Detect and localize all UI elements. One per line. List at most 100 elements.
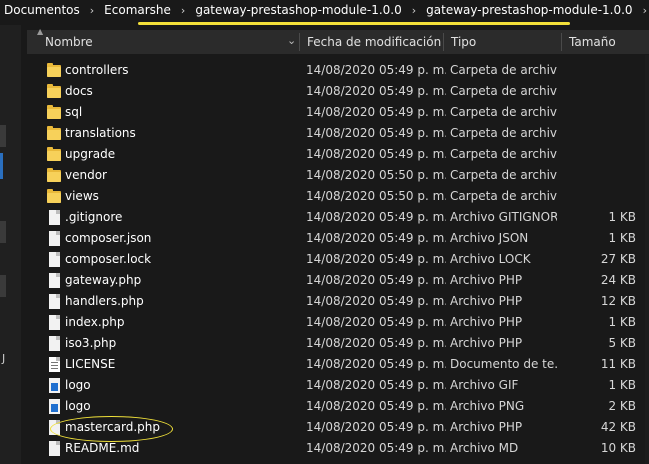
file-date: 14/08/2020 05:49 p. m. (306, 399, 446, 413)
file-row[interactable]: views 14/08/2020 05:50 p. m. Carpeta de ar… (27, 186, 649, 207)
file-row[interactable]: .gitignore 14/08/2020 05:49 p. m. Archivo … (27, 207, 649, 228)
file-name[interactable]: iso3.php (65, 333, 285, 354)
file-date: 14/08/2020 05:49 p. m. (306, 231, 446, 245)
file-date: 14/08/2020 05:49 p. m. (306, 378, 446, 392)
file-size: 2 KB (608, 399, 636, 413)
file-name[interactable]: gateway.php (65, 270, 285, 291)
column-size[interactable]: Tamaño (562, 30, 649, 54)
chevron-right-icon[interactable]: › (84, 4, 100, 17)
file-type: Archivo PHP (450, 273, 523, 287)
file-row[interactable]: translations 14/08/2020 05:49 p. m. Carpet… (27, 123, 649, 144)
file-type: Archivo PHP (450, 315, 523, 329)
file-name[interactable]: views (65, 186, 285, 207)
file-name[interactable]: index.php (65, 312, 285, 333)
breadcrumb-item-module-current[interactable]: gateway-prestashop-module-1.0.0 (422, 3, 636, 17)
file-date: 14/08/2020 05:49 p. m. (306, 357, 446, 371)
file-date: 14/08/2020 05:49 p. m. (306, 210, 446, 224)
file-type: Archivo PHP (450, 294, 523, 308)
file-name[interactable]: LICENSE (65, 354, 285, 375)
file-name[interactable]: composer.json (65, 228, 285, 249)
column-type-label: Tipo (451, 35, 477, 49)
file-date: 14/08/2020 05:49 p. m. (306, 273, 446, 287)
file-row[interactable]: composer.lock 14/08/2020 05:49 p. m. Archi… (27, 249, 649, 270)
file-name[interactable]: .gitignore (65, 207, 285, 228)
file-icon (49, 252, 60, 267)
file-name[interactable]: composer.lock (65, 249, 285, 270)
file-name[interactable]: upgrade (65, 144, 285, 165)
folder-icon (47, 105, 61, 120)
file-date: 14/08/2020 05:49 p. m. (306, 105, 446, 119)
chevron-right-icon[interactable]: › (175, 4, 191, 17)
folder-icon (47, 84, 61, 99)
file-row[interactable]: LICENSE 14/08/2020 05:49 p. m. Documento d… (27, 354, 649, 375)
file-type: Archivo GITIGNORE (450, 210, 557, 224)
file-size (567, 123, 636, 144)
file-type: Archivo PHP (450, 420, 523, 434)
nav-pane-label: J (2, 352, 6, 365)
file-size: 1 KB (608, 231, 636, 245)
file-row[interactable]: vendor 14/08/2020 05:50 p. m. Carpeta de a… (27, 165, 649, 186)
nav-pane-item[interactable] (0, 221, 6, 243)
breadcrumb-item-module-parent[interactable]: gateway-prestashop-module-1.0.0 (191, 3, 405, 17)
file-name[interactable]: translations (65, 123, 285, 144)
file-size: 11 KB (600, 357, 636, 371)
chevron-down-icon[interactable]: ⌄ (287, 34, 296, 47)
file-size (567, 186, 636, 207)
file-row[interactable]: gateway.php 14/08/2020 05:49 p. m. Archivo… (27, 270, 649, 291)
breadcrumb-item-ecomarshe[interactable]: Ecomarshe (100, 3, 175, 17)
file-date: 14/08/2020 05:49 p. m. (306, 147, 446, 161)
column-date[interactable]: Fecha de modificación (300, 30, 443, 54)
nav-pane-selected-indicator (0, 153, 3, 179)
folder-icon (47, 63, 61, 78)
column-header: ▲ Nombre ⌄ Fecha de modificación Tipo Ta… (27, 27, 649, 54)
file-row[interactable]: index.php 14/08/2020 05:49 p. m. Archivo P… (27, 312, 649, 333)
file-row[interactable]: README.md 14/08/2020 05:49 p. m. Archivo M… (27, 438, 649, 459)
nav-pane-item[interactable] (0, 275, 6, 297)
file-icon (49, 336, 60, 351)
file-name[interactable]: vendor (65, 165, 285, 186)
file-size: 1 KB (608, 378, 636, 392)
file-row[interactable]: docs 14/08/2020 05:49 p. m. Carpeta de arc… (27, 81, 649, 102)
file-name[interactable]: README.md (65, 438, 285, 459)
scrollbar[interactable] (645, 55, 649, 464)
file-date: 14/08/2020 05:49 p. m. (306, 336, 446, 350)
file-type: Archivo MD (450, 441, 519, 455)
file-row[interactable]: composer.json 14/08/2020 05:49 p. m. Archi… (27, 228, 649, 249)
file-type: Archivo JSON (450, 231, 529, 245)
folder-icon (47, 189, 61, 204)
file-type: Carpeta de archivos (450, 189, 557, 203)
file-name[interactable]: controllers (65, 60, 285, 81)
file-row[interactable]: logo 14/08/2020 05:49 p. m. Archivo PNG 2 K… (27, 396, 649, 417)
column-date-label: Fecha de modificación (307, 35, 442, 49)
nav-pane-item[interactable] (0, 125, 6, 147)
file-row[interactable]: upgrade 14/08/2020 05:49 p. m. Carpeta de … (27, 144, 649, 165)
file-name[interactable]: sql (65, 102, 285, 123)
file-icon (49, 441, 60, 456)
file-row[interactable]: mastercard.php 14/08/2020 05:49 p. m. Arch… (27, 417, 649, 438)
file-name[interactable]: handlers.php (65, 291, 285, 312)
file-size (567, 144, 636, 165)
chevron-right-icon[interactable]: › (637, 4, 649, 17)
chevron-right-icon[interactable]: › (406, 4, 422, 17)
file-size: 24 KB (600, 273, 636, 287)
file-date: 14/08/2020 05:49 p. m. (306, 294, 446, 308)
file-name[interactable]: logo (65, 375, 285, 396)
file-name[interactable]: docs (65, 81, 285, 102)
highlight-underline (138, 22, 570, 25)
file-row[interactable]: controllers 14/08/2020 05:49 p. m. Carpeta… (27, 60, 649, 81)
folder-icon (47, 168, 61, 183)
text-document-icon (49, 357, 60, 372)
file-row[interactable]: handlers.php 14/08/2020 05:49 p. m. Archiv… (27, 291, 649, 312)
file-row[interactable]: logo 14/08/2020 05:49 p. m. Archivo GIF 1 K… (27, 375, 649, 396)
file-row[interactable]: iso3.php 14/08/2020 05:49 p. m. Archivo PH… (27, 333, 649, 354)
breadcrumb-item-documentos[interactable]: Documentos (0, 3, 84, 17)
file-name[interactable]: logo (65, 396, 285, 417)
column-type[interactable]: Tipo (444, 30, 561, 54)
file-row[interactable]: sql 14/08/2020 05:49 p. m. Carpeta de arch… (27, 102, 649, 123)
file-name[interactable]: mastercard.php (65, 417, 285, 438)
navigation-pane[interactable]: J (0, 25, 21, 464)
file-icon (49, 420, 60, 435)
file-date: 14/08/2020 05:49 p. m. (306, 84, 446, 98)
column-name[interactable]: ▲ Nombre ⌄ (27, 27, 299, 54)
file-date: 14/08/2020 05:49 p. m. (306, 63, 446, 77)
